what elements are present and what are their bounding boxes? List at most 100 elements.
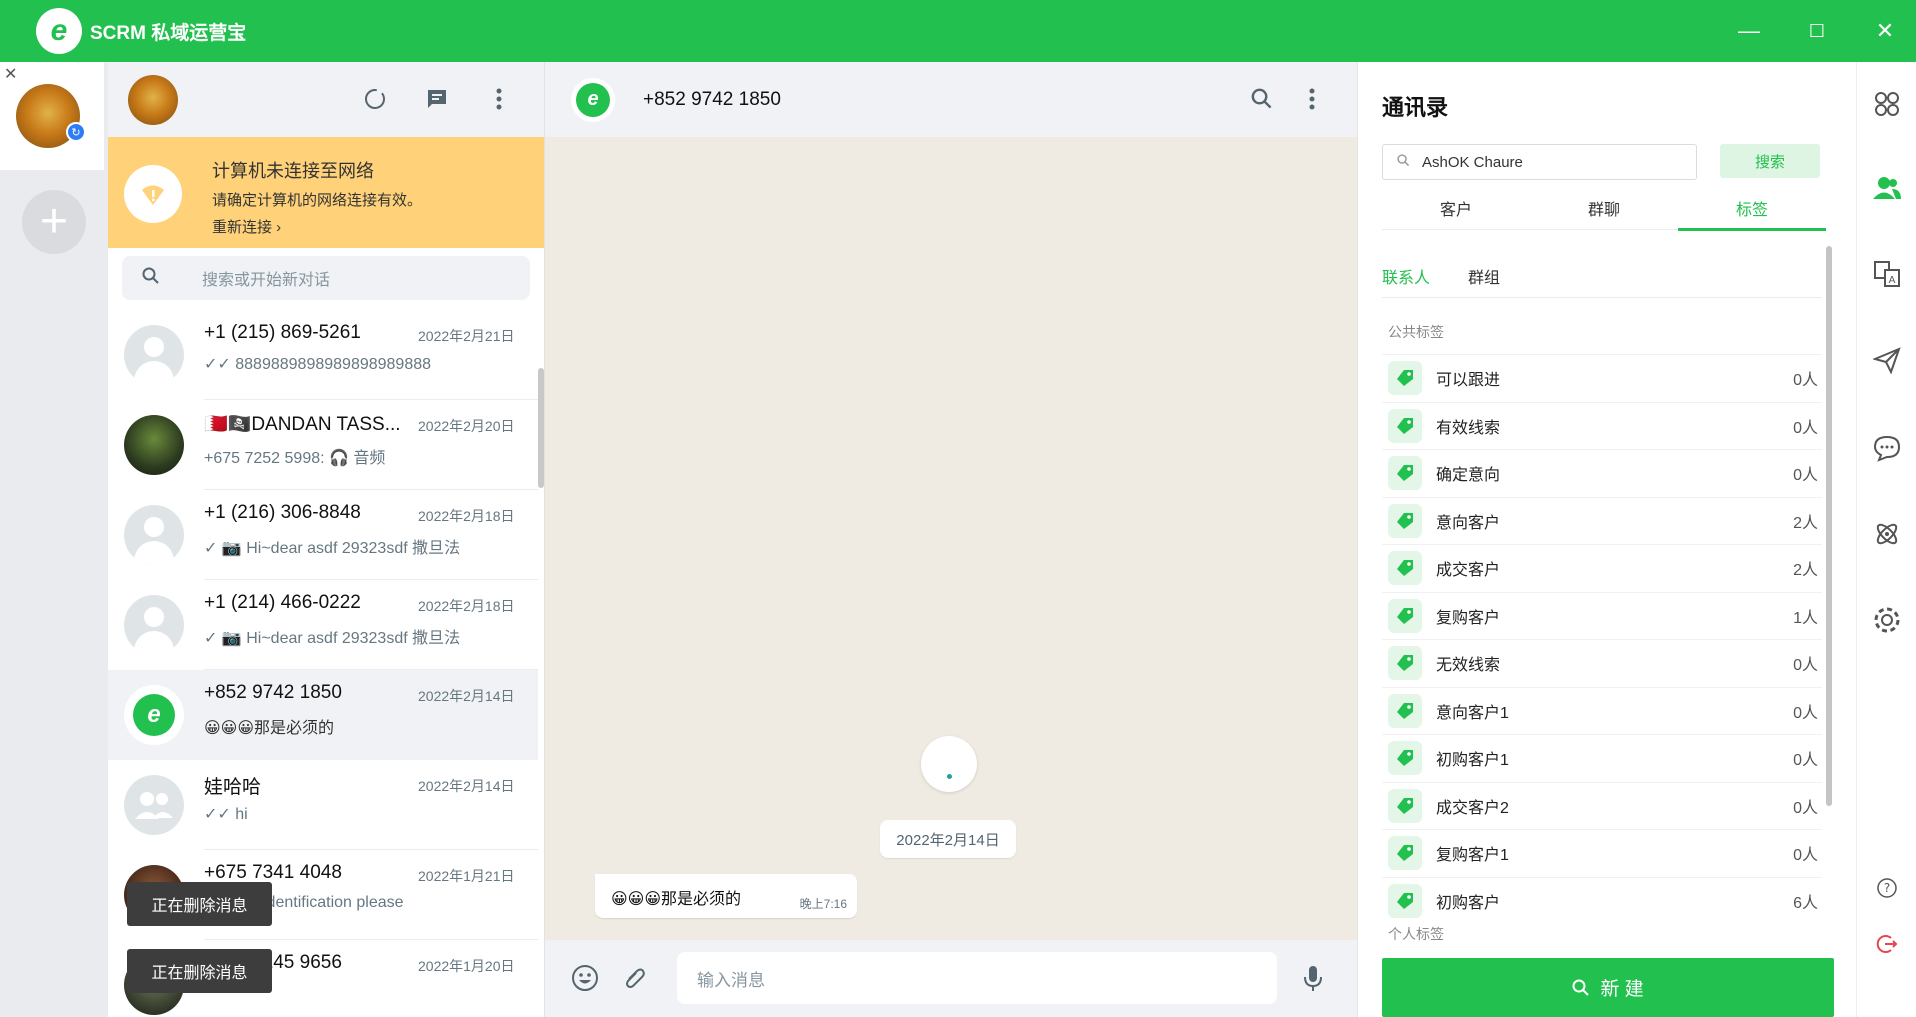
attach-icon[interactable]: [619, 962, 651, 994]
conversation-name[interactable]: +852 9742 1850: [643, 89, 781, 111]
tag-icon: [1388, 788, 1422, 823]
message-time: 晚上7:16: [799, 897, 847, 911]
svg-text:?: ?: [1884, 881, 1890, 895]
loading-spinner: [921, 736, 977, 792]
tag-count: 2人: [1793, 514, 1818, 532]
chat-list-header: [108, 62, 544, 137]
settings-gear-icon[interactable]: [1871, 604, 1903, 636]
composer: 输入消息: [545, 940, 1357, 1017]
tag-name: 无效线索: [1436, 657, 1501, 674]
atom-icon[interactable]: [1871, 518, 1903, 550]
status-icon[interactable]: [360, 84, 390, 114]
tag-row[interactable]: 无效线索 0人: [1382, 639, 1822, 686]
private-tags-label: 个人标签: [1388, 926, 1444, 942]
chat-preview: identification please: [263, 894, 404, 911]
chat-row[interactable]: 🇧🇭🏴‍☠️DANDAN TASS... 2022年2月20日 +675 725…: [108, 400, 538, 490]
tag-count: 0人: [1793, 752, 1818, 769]
close-account-icon[interactable]: ✕: [4, 64, 17, 84]
search-icon: [142, 267, 162, 290]
reconnect-link[interactable]: 重新连接 ›: [212, 216, 422, 237]
chat-list-scrollbar[interactable]: [538, 368, 544, 488]
maximize-button[interactable]: ☐: [1784, 0, 1850, 62]
account-card[interactable]: ✕ ↻: [0, 62, 104, 170]
app-logo: e: [36, 8, 82, 54]
close-button[interactable]: ✕: [1852, 0, 1916, 62]
subtab-contacts[interactable]: 联系人: [1382, 258, 1430, 297]
new-chat-icon[interactable]: [422, 84, 452, 114]
tab-customers[interactable]: 客户: [1382, 186, 1530, 229]
tag-row[interactable]: 有效线索 0人: [1382, 401, 1822, 449]
tag-name: 有效线索: [1436, 419, 1501, 437]
contacts-scrollbar[interactable]: [1826, 246, 1832, 806]
tag-row[interactable]: 复购客户1 0人: [1382, 829, 1822, 876]
svg-text:A: A: [1889, 275, 1896, 286]
group-avatar: [124, 775, 184, 835]
chat-row[interactable]: +1 (216) 306-8848 2022年2月18日 ✓ 📷 Hi~dear…: [108, 490, 538, 580]
chat-bubble-icon[interactable]: [1871, 432, 1903, 464]
menu-icon[interactable]: [1297, 84, 1327, 114]
right-rail: A ?: [1856, 62, 1916, 1017]
microphone-icon[interactable]: [1297, 962, 1329, 994]
help-icon[interactable]: ?: [1871, 872, 1903, 904]
tab-tags[interactable]: 标签: [1678, 186, 1826, 231]
chat-row[interactable]: 娃哈哈 2022年2月14日 ✓✓ hi: [108, 760, 538, 850]
contact-avatar: [124, 325, 184, 385]
contacts-icon[interactable]: [1871, 172, 1903, 204]
translate-icon[interactable]: A: [1871, 258, 1903, 290]
add-account-button[interactable]: +: [22, 190, 86, 254]
account-column: ✕ ↻ +: [0, 62, 108, 1017]
date-chip: 2022年2月14日: [880, 820, 1016, 858]
conversation-header: e +852 9742 1850: [545, 62, 1357, 137]
tag-icon: [1388, 741, 1422, 775]
chat-row-active[interactable]: e +852 9742 1850 2022年2月14日 😀😀😀那是必须的: [108, 670, 538, 760]
chat-name: +1 (215) 869-5261: [204, 322, 361, 343]
tag-row[interactable]: 可以跟进 0人: [1382, 354, 1822, 401]
tag-icon: [1388, 598, 1422, 633]
tag-row[interactable]: 复购客户 1人: [1382, 591, 1822, 639]
emoji-icon[interactable]: [569, 962, 601, 994]
subtab-groups[interactable]: 群组: [1468, 258, 1500, 297]
tag-row[interactable]: 初购客户1 0人: [1382, 734, 1822, 781]
tag-row[interactable]: 确定意向 0人: [1382, 449, 1822, 496]
notice-desc: 请确定计算机的网络连接有效。: [212, 192, 423, 209]
tag-icon: [1388, 361, 1422, 395]
search-icon[interactable]: [1247, 84, 1277, 114]
search-input[interactable]: 搜索或开始新对话: [122, 256, 530, 300]
tag-name: 意向客户1: [1436, 704, 1509, 722]
tag-row[interactable]: 初购客户 6人: [1382, 876, 1822, 924]
chat-preview: ✓ 📷 Hi~dear asdf 29323sdf 撒旦法: [204, 540, 461, 557]
tag-row[interactable]: 成交客户 2人: [1382, 544, 1822, 591]
tag-count: 6人: [1793, 894, 1818, 912]
tab-group-chats[interactable]: 群聊: [1530, 186, 1678, 229]
tag-count: 0人: [1793, 372, 1818, 389]
contacts-panel: 通讯录 AshOK Chaure 搜索 客户 群聊 标签 联系人 群组 公共标签…: [1357, 62, 1856, 1017]
chat-row[interactable]: +1 (215) 869-5261 2022年2月21日 ✓✓ 88898898…: [108, 310, 538, 400]
my-avatar[interactable]: [128, 74, 178, 125]
contact-avatar: [124, 595, 184, 655]
tag-icon: [1388, 883, 1422, 918]
contacts-tabs: 客户 群聊 标签: [1382, 186, 1826, 231]
search-icon: [1397, 154, 1410, 170]
new-tag-button[interactable]: 新 建: [1382, 958, 1834, 1017]
message-bubble[interactable]: 😀😀😀那是必须的 晚上7:16: [595, 874, 857, 918]
apps-grid-icon[interactable]: [1871, 88, 1903, 120]
tag-row[interactable]: 意向客户 2人: [1382, 496, 1822, 544]
tag-row[interactable]: 意向客户1 0人: [1382, 686, 1822, 734]
tag-name: 成交客户2: [1436, 799, 1509, 817]
tag-name: 确定意向: [1436, 467, 1501, 484]
minimize-button[interactable]: —: [1716, 0, 1782, 62]
conversation-avatar[interactable]: e: [571, 77, 615, 122]
chat-row[interactable]: +1 (214) 466-0222 2022年2月18日 ✓ 📷 Hi~dear…: [108, 580, 538, 670]
contacts-search-button[interactable]: 搜索: [1720, 144, 1820, 178]
contact-avatar: e: [124, 685, 184, 745]
menu-icon[interactable]: [484, 84, 514, 114]
tag-count: 1人: [1793, 609, 1818, 627]
tag-row[interactable]: 成交客户2 0人: [1382, 781, 1822, 829]
send-icon[interactable]: [1871, 344, 1903, 376]
search-placeholder: 搜索或开始新对话: [202, 272, 331, 289]
chat-preview: +675 7252 5998: 🎧 音频: [204, 450, 386, 467]
message-input[interactable]: 输入消息: [677, 952, 1277, 1004]
logout-icon[interactable]: [1871, 928, 1903, 960]
contacts-search-input[interactable]: AshOK Chaure: [1382, 144, 1697, 180]
chat-date: 2022年2月14日: [418, 778, 515, 794]
